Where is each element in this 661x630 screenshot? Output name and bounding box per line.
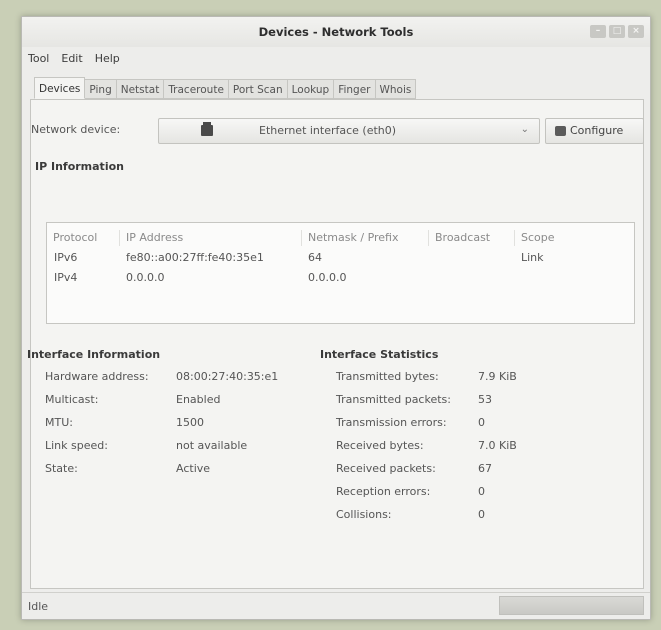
collisions-label: Collisions:	[336, 508, 392, 521]
mtu-label: MTU:	[45, 416, 73, 429]
cell-ip-address: fe80::a00:27ff:fe40:35e1	[126, 251, 264, 264]
received-packets-value: 67	[478, 462, 492, 475]
menu-bar: Tool Edit Help	[22, 47, 650, 69]
state-value: Active	[176, 462, 211, 475]
window-title: Devices - Network Tools	[258, 25, 414, 39]
hardware-address-label: Hardware address:	[45, 370, 149, 383]
col-netmask[interactable]: Netmask / Prefix	[301, 230, 399, 246]
interface-information-title: Interface Information	[27, 348, 161, 361]
close-icon[interactable]: ×	[628, 25, 644, 38]
collisions-value: 0	[478, 508, 485, 521]
tab-lookup[interactable]: Lookup	[287, 79, 335, 99]
tab-traceroute[interactable]: Traceroute	[164, 79, 229, 99]
cell-netmask: 64	[308, 251, 322, 264]
tab-finger[interactable]: Finger	[334, 79, 376, 99]
menu-edit[interactable]: Edit	[55, 52, 88, 65]
configure-label: Configure	[570, 124, 624, 137]
configure-icon	[555, 126, 566, 136]
menu-tool[interactable]: Tool	[22, 52, 55, 65]
transmitted-packets-value: 53	[478, 393, 492, 406]
multicast-label: Multicast:	[45, 393, 99, 406]
state-label: State:	[45, 462, 78, 475]
transmitted-bytes-label: Transmitted bytes:	[336, 370, 439, 383]
received-bytes-value: 7.0 KiB	[478, 439, 517, 452]
tab-port-scan[interactable]: Port Scan	[228, 79, 288, 99]
reception-errors-value: 0	[478, 485, 485, 498]
transmitted-packets-label: Transmitted packets:	[336, 393, 451, 406]
tab-ping[interactable]: Ping	[85, 79, 117, 99]
cell-scope: Link	[521, 251, 544, 264]
cell-ip-address: 0.0.0.0	[126, 271, 165, 284]
table-row[interactable]: IPv6 fe80::a00:27ff:fe40:35e1 64 Link	[47, 249, 634, 267]
ip-information-title: IP Information	[35, 160, 124, 173]
table-row[interactable]: IPv4 0.0.0.0 0.0.0.0	[47, 269, 634, 287]
devices-page: Network device: Ethernet interface (eth0…	[27, 99, 644, 589]
multicast-value: Enabled	[176, 393, 221, 406]
col-broadcast[interactable]: Broadcast	[428, 230, 490, 246]
device-row: Network device: Ethernet interface (eth0…	[31, 118, 644, 144]
link-speed-label: Link speed:	[45, 439, 108, 452]
minimize-icon[interactable]: –	[590, 25, 606, 38]
network-tools-window: Devices - Network Tools – □ × Tool Edit …	[21, 16, 651, 620]
network-card-icon	[201, 122, 213, 136]
progress-bar	[499, 596, 644, 615]
received-bytes-label: Received bytes:	[336, 439, 424, 452]
col-protocol[interactable]: Protocol	[47, 230, 97, 246]
title-bar[interactable]: Devices - Network Tools – □ ×	[22, 17, 650, 47]
tab-whois[interactable]: Whois	[375, 79, 417, 99]
tab-bar: Devices Ping Netstat Traceroute Port Sca…	[34, 77, 417, 99]
tab-devices[interactable]: Devices	[34, 77, 86, 99]
tab-netstat[interactable]: Netstat	[116, 79, 165, 99]
mtu-value: 1500	[176, 416, 204, 429]
status-bar: Idle	[22, 592, 650, 619]
cell-protocol: IPv4	[54, 271, 78, 284]
network-device-value: Ethernet interface (eth0)	[259, 124, 397, 137]
received-packets-label: Received packets:	[336, 462, 436, 475]
cell-netmask: 0.0.0.0	[308, 271, 347, 284]
ip-table-header: Protocol IP Address Netmask / Prefix Bro…	[47, 230, 634, 248]
interface-statistics-title: Interface Statistics	[320, 348, 439, 361]
cell-protocol: IPv6	[54, 251, 78, 264]
status-text: Idle	[28, 600, 49, 613]
ip-table[interactable]: Protocol IP Address Netmask / Prefix Bro…	[46, 222, 635, 324]
link-speed-value: not available	[176, 439, 248, 452]
col-scope[interactable]: Scope	[514, 230, 555, 246]
transmitted-bytes-value: 7.9 KiB	[478, 370, 517, 383]
maximize-icon[interactable]: □	[609, 25, 625, 38]
transmission-errors-value: 0	[478, 416, 485, 429]
transmission-errors-label: Transmission errors:	[336, 416, 447, 429]
menu-help[interactable]: Help	[89, 52, 126, 65]
reception-errors-label: Reception errors:	[336, 485, 431, 498]
col-ip-address[interactable]: IP Address	[119, 230, 183, 246]
chevron-down-icon: ⌄	[520, 124, 529, 135]
hardware-address-value: 08:00:27:40:35:e1	[176, 370, 279, 383]
network-device-label: Network device:	[31, 123, 121, 136]
network-device-select[interactable]: Ethernet interface (eth0) ⌄	[158, 118, 540, 144]
configure-button[interactable]: Configure	[545, 118, 644, 144]
